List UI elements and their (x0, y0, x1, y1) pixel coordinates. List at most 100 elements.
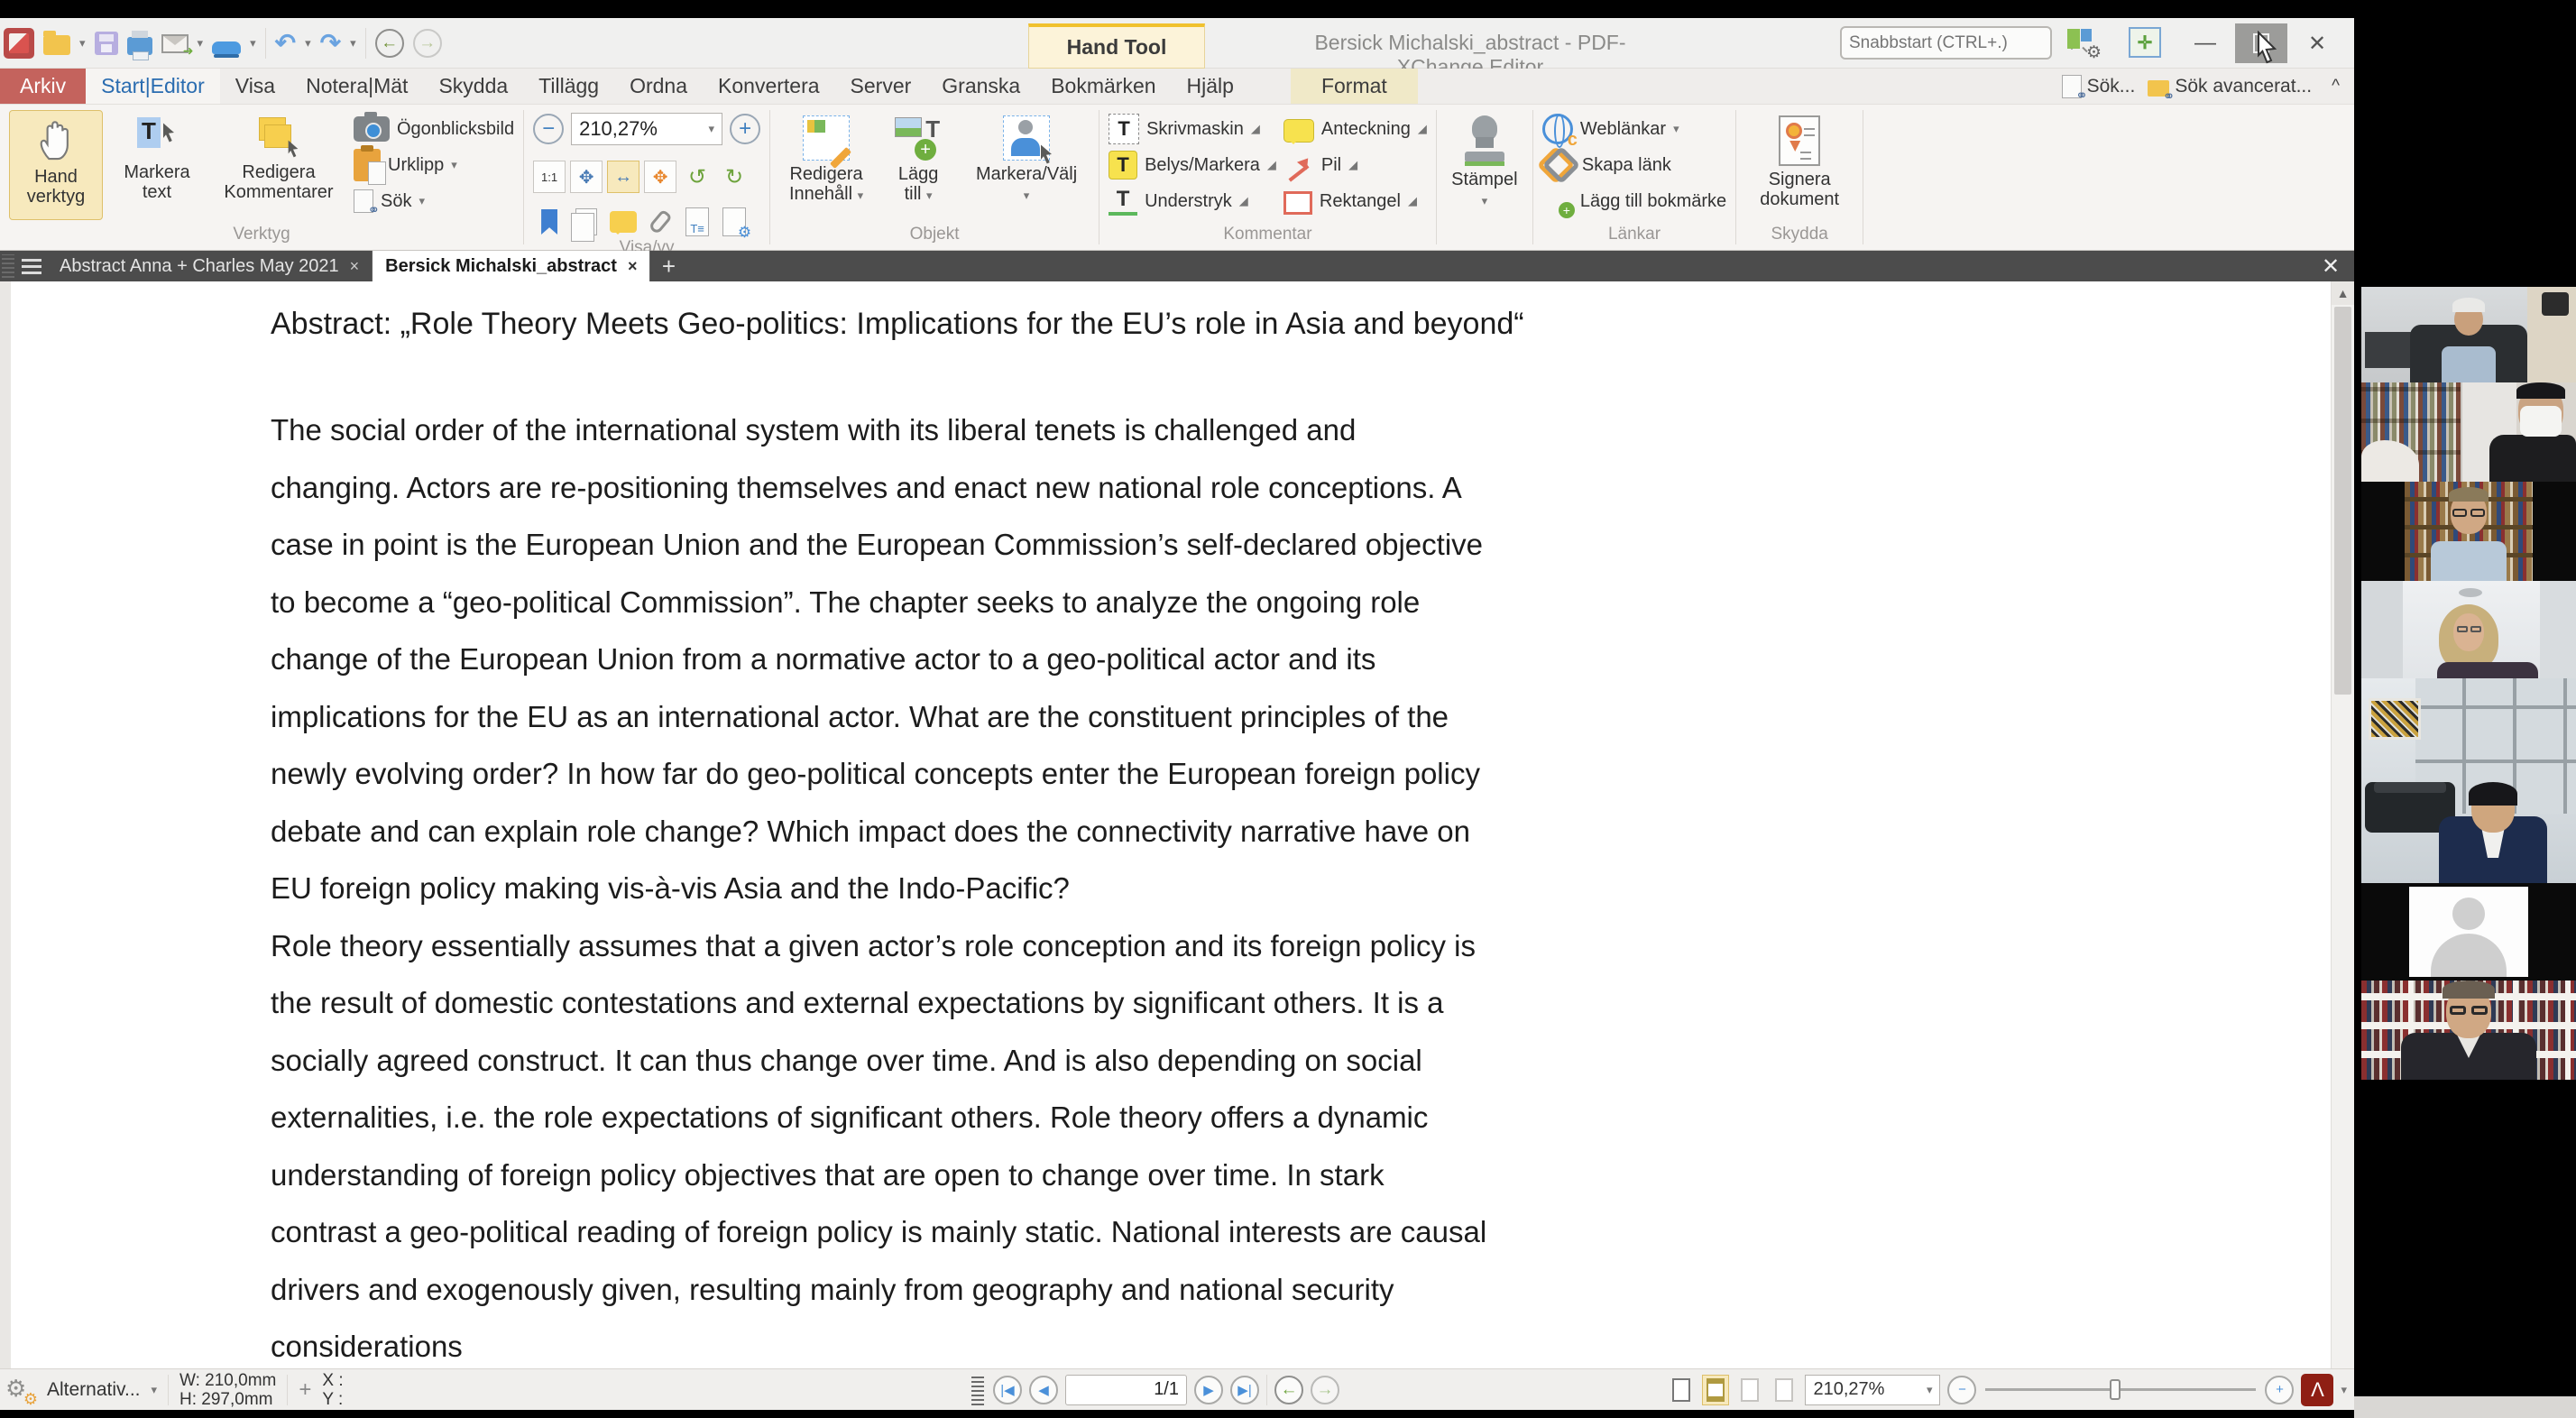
sign-document-button[interactable]: Signera dokument (1745, 110, 1854, 220)
open-dropdown-icon[interactable]: ▾ (79, 36, 86, 51)
content-panel-icon[interactable]: T≡ (681, 206, 713, 238)
options-button[interactable]: Alternativ... (47, 1379, 140, 1401)
redo-dropdown-icon[interactable]: ▾ (350, 36, 356, 51)
undo-dropdown-icon[interactable]: ▾ (305, 36, 311, 51)
participant-video-2[interactable] (2361, 382, 2576, 482)
open-file-icon[interactable] (43, 35, 70, 55)
clipboard-button[interactable]: Urklipp ▾ (354, 150, 514, 180)
zoom-in-icon[interactable]: + (730, 114, 760, 144)
menu-ordna[interactable]: Ordna (614, 69, 703, 104)
two-page-layout-icon[interactable] (1736, 1375, 1763, 1405)
vertical-scrollbar[interactable]: ▲ (2331, 281, 2354, 1368)
fit-width-icon[interactable]: ↔ (607, 161, 639, 193)
zoom-slider-thumb[interactable] (2110, 1379, 2121, 1400)
scan-icon[interactable] (212, 41, 241, 54)
zoom-dropdown[interactable]: 210,27%▾ (1805, 1375, 1940, 1405)
hand-tool-button[interactable]: Hand verktyg (9, 110, 103, 220)
prev-page-button[interactable]: ◀ (1029, 1376, 1058, 1404)
tab-abstract-anna-charles[interactable]: Abstract Anna + Charles May 2021 × (47, 251, 373, 281)
open-in-acrobat-icon[interactable]: Λ (2301, 1374, 2333, 1406)
view-history-forward-button[interactable]: → (1311, 1376, 1339, 1404)
last-page-button[interactable]: ▶| (1230, 1376, 1259, 1404)
search-document-button[interactable]: Sök... (2062, 75, 2136, 98)
document-viewport[interactable]: Abstract: „Role Theory Meets Geo-politic… (0, 281, 2354, 1368)
view-history-back-button[interactable]: ← (1274, 1376, 1303, 1404)
history-back-icon[interactable]: ← (375, 29, 404, 58)
page-number-input[interactable] (1065, 1375, 1187, 1405)
create-link-button[interactable]: Skapa länk (1542, 150, 1726, 180)
select-text-button[interactable]: T Markera text (110, 110, 204, 220)
zoom-out-icon[interactable]: − (533, 114, 564, 144)
search-tool-button[interactable]: Sök ▾ (354, 186, 514, 216)
tabbar-grip[interactable] (2, 254, 14, 278)
new-tab-button[interactable]: + (650, 251, 686, 281)
scroll-up-icon[interactable]: ▲ (2332, 281, 2354, 305)
print-icon[interactable] (127, 37, 152, 55)
menu-bokmarken[interactable]: Bokmärken (1035, 69, 1171, 104)
weblinks-button[interactable]: Weblänkar▾ (1542, 114, 1726, 144)
menu-notera-mat[interactable]: Notera|Mät (290, 69, 423, 104)
zoom-level-combo[interactable]: 210,27%▾ (571, 113, 722, 145)
close-pane-icon[interactable]: ✕ (2313, 251, 2349, 281)
underline-button[interactable]: T Understryk◢ (1109, 186, 1276, 216)
properties-panel-icon[interactable] (718, 206, 750, 238)
quick-launch-searchbox[interactable] (1840, 26, 2052, 60)
tab-bersick-michalski[interactable]: Bersick Michalski_abstract × (373, 251, 650, 281)
save-icon[interactable] (95, 32, 118, 55)
add-object-button[interactable]: T+ Lägg till ▾ (880, 110, 956, 220)
attachments-panel-icon[interactable] (644, 206, 676, 238)
comments-panel-icon[interactable] (607, 206, 639, 238)
customize-ui-icon[interactable]: ⚙ (2067, 29, 2098, 58)
search-input[interactable] (1849, 33, 2070, 53)
email-icon[interactable] (161, 34, 189, 53)
menu-granska[interactable]: Granska (926, 69, 1035, 104)
acrobat-dropdown-icon[interactable]: ▾ (2341, 1383, 2347, 1397)
participant-video-5[interactable] (2361, 678, 2576, 883)
menu-format[interactable]: Format (1291, 69, 1418, 104)
select-object-button[interactable]: Markera/Välj▾ (963, 110, 1090, 220)
fullscreen-icon[interactable]: ✛ (2129, 27, 2161, 58)
tab-close-icon[interactable]: × (628, 257, 638, 276)
redo-icon[interactable]: ↷ (320, 31, 341, 56)
menu-hjalp[interactable]: Hjälp (1172, 69, 1249, 104)
single-page-layout-icon[interactable] (1668, 1375, 1695, 1405)
zoom-slider[interactable]: − + (1947, 1376, 2294, 1404)
menu-konvertera[interactable]: Konvertera (703, 69, 835, 104)
actual-size-icon[interactable]: 1:1 (533, 161, 566, 193)
minimize-button[interactable]: — (2179, 23, 2231, 63)
two-page-continuous-layout-icon[interactable] (1771, 1375, 1798, 1405)
zoom-in-small-icon[interactable]: + (2265, 1376, 2294, 1404)
menu-start-editor[interactable]: Start|Editor (86, 69, 220, 104)
collapse-ribbon-icon[interactable]: ^ (2324, 77, 2347, 97)
first-page-button[interactable]: |◀ (993, 1376, 1022, 1404)
tab-list-menu-icon[interactable] (16, 251, 47, 281)
edit-content-button[interactable]: Redigera Innehåll ▾ (779, 110, 873, 220)
search-advanced-button[interactable]: Sök avancerat... (2148, 76, 2312, 97)
participant-video-7[interactable] (2361, 981, 2576, 1080)
participant-video-1[interactable] (2361, 287, 2576, 382)
close-button[interactable]: ✕ (2291, 23, 2343, 63)
stamp-button[interactable]: Stämpel▾ (1446, 110, 1523, 220)
edit-comments-button[interactable]: Redigera Kommentarer (211, 110, 346, 220)
typewriter-button[interactable]: T Skrivmaskin◢ (1109, 114, 1276, 144)
email-dropdown-icon[interactable]: ▾ (198, 36, 204, 51)
undo-icon[interactable]: ↶ (275, 31, 296, 56)
options-gear-icon[interactable]: ⚙⚙ (5, 1375, 36, 1405)
participant-video-4[interactable] (2361, 581, 2576, 678)
history-forward-icon[interactable]: → (413, 29, 442, 58)
menu-tillagg[interactable]: Tillägg (523, 69, 614, 104)
menu-server[interactable]: Server (835, 69, 927, 104)
arrow-annotation-button[interactable]: Pil◢ (1283, 150, 1427, 180)
highlight-button[interactable]: T Belys/Markera◢ (1109, 150, 1276, 180)
scrollbar-thumb[interactable] (2334, 307, 2351, 695)
scan-dropdown-icon[interactable]: ▾ (250, 36, 256, 51)
menu-arkiv[interactable]: Arkiv (0, 69, 86, 104)
snapshot-button[interactable]: Ögonblicksbild (354, 114, 514, 144)
tab-close-icon[interactable]: × (350, 257, 360, 276)
add-bookmark-button[interactable]: + Lägg till bokmärke (1542, 186, 1726, 216)
rotate-cw-icon[interactable]: ↻ (718, 161, 750, 193)
participant-video-6[interactable] (2361, 883, 2576, 981)
menu-skydda[interactable]: Skydda (423, 69, 523, 104)
menu-visa[interactable]: Visa (220, 69, 290, 104)
next-page-button[interactable]: ▶ (1194, 1376, 1223, 1404)
